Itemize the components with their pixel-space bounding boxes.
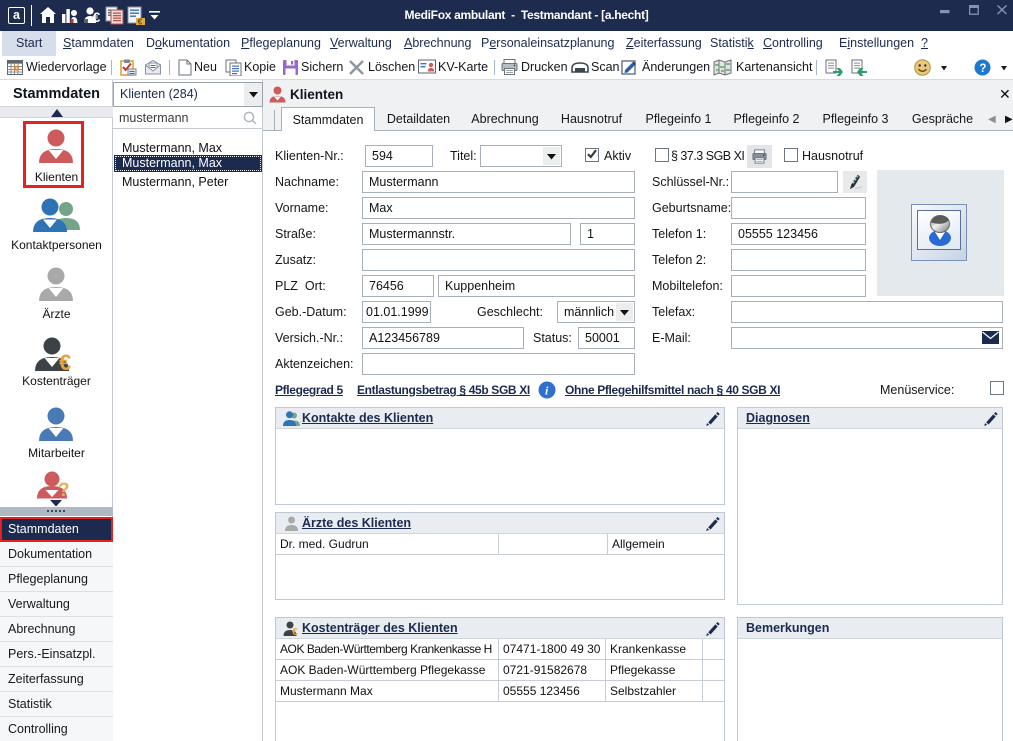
svg-text:?: ?: [58, 480, 70, 499]
svg-text:€: €: [59, 350, 71, 372]
svg-text:?: ?: [979, 63, 986, 75]
svg-text:€: €: [292, 626, 298, 636]
